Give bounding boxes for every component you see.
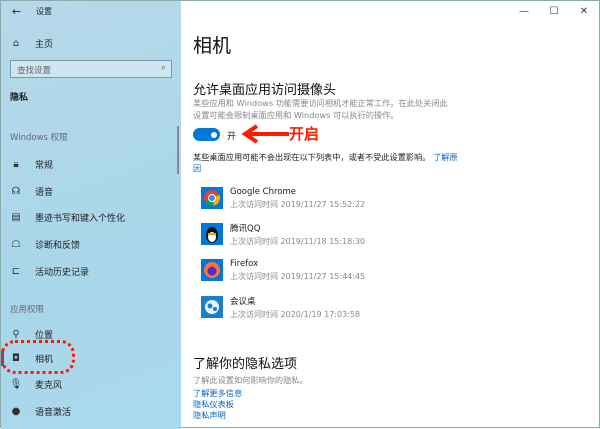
chrome-icon <box>201 187 223 209</box>
back-arrow-icon[interactable]: ← <box>12 5 21 18</box>
sidebar-item-home[interactable]: ⌂ 主页 <box>9 33 174 53</box>
toggle-label: 开 <box>227 132 237 142</box>
group-windows-permissions: Windows 权限 <box>10 133 68 143</box>
label: 活动历史记录 <box>35 267 90 278</box>
app-name: 腾讯QQ <box>230 223 261 234</box>
sidebar-item-general[interactable]: 🔒︎ 常规 <box>9 154 174 174</box>
window-title: 设置 <box>36 7 52 16</box>
app-last-access: 上次访问时间 2019/11/27 15:52:22 <box>230 199 366 209</box>
annotation-text: 开启 <box>289 125 320 143</box>
label: 语音激活 <box>35 407 72 418</box>
sidebar: ← 设置 ⌂ 主页 查找设置 ⌕ 隐私 Windows 权限 🔒︎ 常规 ☊ 语音 ▤ 墨… <box>1 1 181 429</box>
app-last-access: 上次访问时间 2019/11/18 15:18:30 <box>230 236 366 246</box>
home-icon: ⌂ <box>12 37 20 49</box>
minimize-icon[interactable]: — <box>509 1 539 21</box>
privacy-description: 了解此设置如何影响你的隐私。 <box>193 375 308 385</box>
microphone-icon: 🎙︎ <box>9 378 23 390</box>
lock-icon: 🔒︎ <box>13 158 19 170</box>
sidebar-item-inking[interactable]: ▤ 墨迹书写和键入个性化 <box>9 207 174 227</box>
feedback-icon: ☖ <box>11 238 21 250</box>
app-row: 会议桌上次访问时间 2020/1/19 17:03:58 <box>201 293 360 321</box>
camera-access-toggle[interactable] <box>193 128 220 141</box>
label: 麦克风 <box>35 380 63 391</box>
privacy-statement-link[interactable]: 隐私声明 <box>193 409 226 421</box>
note-text: 某些桌面应用可能不会出现在以下列表中，或者不受此设置影响。 <box>193 152 431 162</box>
app-name: 会议桌 <box>230 296 256 307</box>
label: 诊断和反馈 <box>35 240 81 251</box>
speech-icon: ☊ <box>11 185 21 197</box>
qq-icon <box>201 223 223 245</box>
sidebar-item-voice-activation[interactable]: ● 语音激活 <box>9 401 174 421</box>
app-row: 腾讯QQ 上次访问时间 2019/11/18 15:18:30 <box>201 220 365 248</box>
app-last-access: 上次访问时间 2019/11/27 15:44:45 <box>230 271 366 281</box>
section-description: 某些应用和 Windows 功能需要访问相机才能正常工作。在此处关闭此设置可能会… <box>193 98 448 120</box>
label: 位置 <box>35 330 54 341</box>
label: 常规 <box>35 160 54 171</box>
annotation-circle <box>1 340 75 374</box>
home-label: 主页 <box>35 39 54 50</box>
window-controls: — ☐ ✕ <box>509 1 599 21</box>
sidebar-scrollbar[interactable] <box>177 126 179 174</box>
sidebar-item-microphone[interactable]: 🎙︎ 麦克风 <box>9 374 174 394</box>
search-placeholder: 查找设置 <box>17 66 52 76</box>
sidebar-item-activity[interactable]: ⊏ 活动历史记录 <box>9 261 174 281</box>
label: 语音 <box>35 187 54 198</box>
sidebar-item-diagnostics[interactable]: ☖ 诊断和反馈 <box>9 234 174 254</box>
app-name: Firefox <box>230 258 259 269</box>
voice-activation-icon: ● <box>11 405 21 417</box>
search-icon: ⌕ <box>160 63 166 73</box>
page-title: 相机 <box>193 35 232 57</box>
maximize-icon[interactable]: ☐ <box>539 1 569 21</box>
section-title: 允许桌面应用访问摄像头 <box>193 83 337 98</box>
clipboard-icon: ▤ <box>11 211 21 223</box>
app-row: Google Chrome 上次访问时间 2019/11/27 15:52:22 <box>201 184 365 212</box>
privacy-options-title: 了解你的隐私选项 <box>193 357 298 372</box>
firefox-icon <box>201 259 223 281</box>
close-icon[interactable]: ✕ <box>569 1 599 21</box>
main-content: — ☐ ✕ 相机 允许桌面应用访问摄像头 某些应用和 Windows 功能需要访问相… <box>181 1 599 427</box>
app-name: Google Chrome <box>230 186 297 197</box>
location-icon: ⚲ <box>12 328 20 340</box>
search-input[interactable]: 查找设置 ⌕ <box>10 60 172 78</box>
meeting-icon <box>201 296 223 318</box>
app-row: Firefox 上次访问时间 2019/11/27 15:44:45 <box>201 256 365 284</box>
timeline-icon: ⊏ <box>11 265 21 277</box>
group-app-permissions: 应用权限 <box>10 305 45 315</box>
sidebar-item-speech[interactable]: ☊ 语音 <box>9 181 174 201</box>
label: 墨迹书写和键入个性化 <box>35 213 126 224</box>
note: 某些桌面应用可能不会出现在以下列表中，或者不受此设置影响。 了解原因 <box>193 152 458 174</box>
annotation-arrow <box>241 124 289 144</box>
section-heading: 隐私 <box>10 93 29 103</box>
app-last-access: 上次访问时间 2020/1/19 17:03:58 <box>230 309 361 319</box>
